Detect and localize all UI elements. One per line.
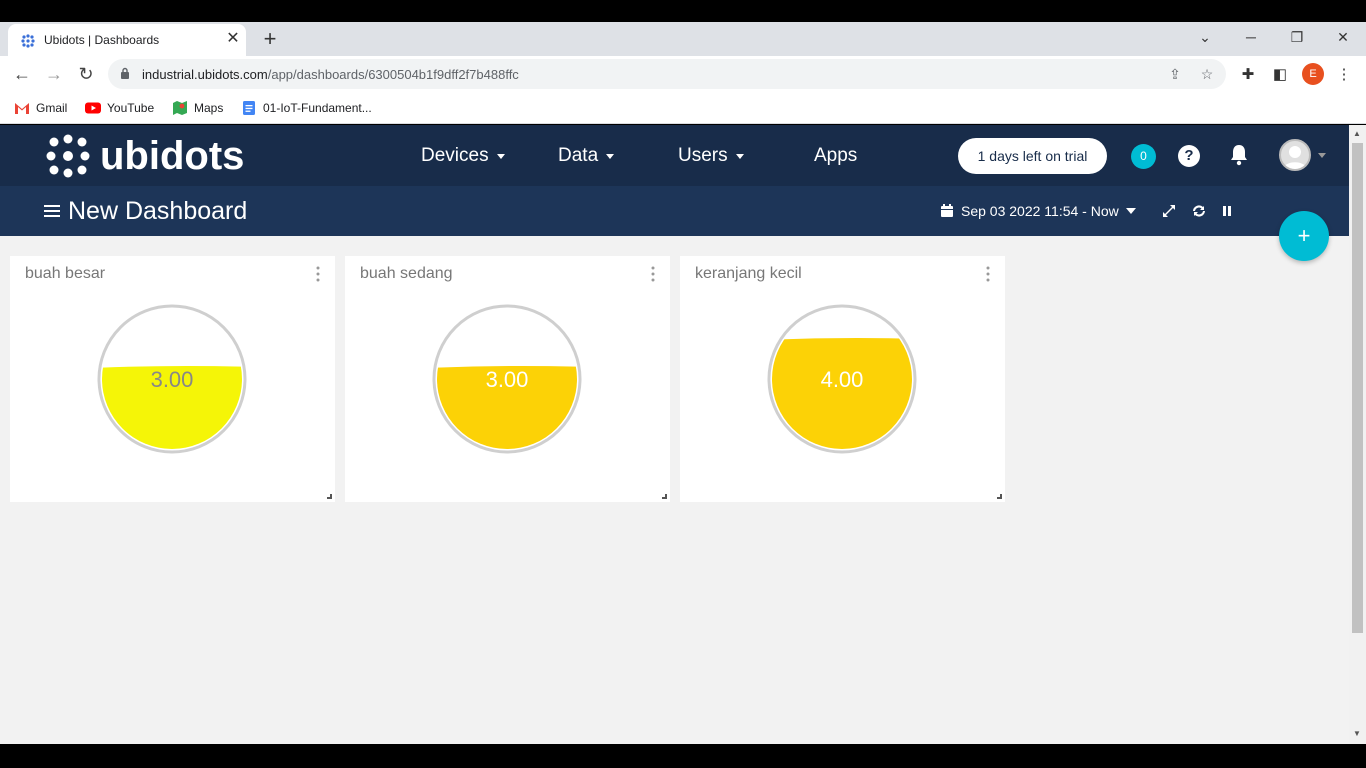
bookmark-star-icon[interactable]: ☆ xyxy=(1198,65,1216,83)
side-panel-icon[interactable]: ◧ xyxy=(1270,65,1290,85)
scroll-down-icon[interactable]: ▼ xyxy=(1353,729,1361,738)
tank-value: 4.00 xyxy=(821,367,864,392)
nav-data[interactable]: Data xyxy=(558,145,615,167)
help-icon[interactable]: ? xyxy=(1178,145,1200,167)
close-window-icon[interactable]: ✕ xyxy=(1329,26,1357,48)
app-top-nav: ubidots Devices Data Users Apps 1 days l… xyxy=(0,125,1349,186)
tab-close-icon[interactable]: ✕ xyxy=(224,30,242,48)
nav-label: Data xyxy=(558,145,599,166)
browser-menu-icon[interactable]: ⋮ xyxy=(1334,65,1354,85)
caret-down-icon xyxy=(1125,208,1136,214)
add-widget-button[interactable]: + xyxy=(1279,211,1329,261)
date-range-text: Sep 03 2022 11:54 - Now xyxy=(961,203,1119,219)
widget-title: buah sedang xyxy=(360,265,453,282)
app-viewport: ubidots Devices Data Users Apps 1 days l… xyxy=(0,125,1349,744)
widget-menu-icon[interactable] xyxy=(650,266,656,282)
nav-devices[interactable]: Devices xyxy=(421,145,505,167)
scroll-thumb[interactable] xyxy=(1352,143,1363,633)
url-host: industrial.ubidots.com xyxy=(142,67,268,82)
scroll-up-icon[interactable]: ▲ xyxy=(1353,129,1361,138)
gmail-icon xyxy=(15,103,29,114)
url-path: /app/dashboards/6300504b1f9dff2f7b488ffc xyxy=(267,67,519,82)
widget-title: buah besar xyxy=(25,265,106,282)
browser-toolbar: ← → ↻ industrial.ubidots.com/app/dashboa… xyxy=(0,56,1366,92)
screen: Ubidots | Dashboards ✕ + ⌄ ─ ❐ ✕ ← → ↻ i… xyxy=(0,0,1366,768)
pause-icon[interactable] xyxy=(1219,203,1235,219)
bookmarks-bar: Gmail YouTube Maps 01-IoT-Fundament... xyxy=(0,92,1366,124)
bell-icon[interactable] xyxy=(1227,143,1251,167)
ubidots-logo-icon xyxy=(46,134,90,178)
caret-down-icon xyxy=(735,153,744,159)
tank-gauge: 3.00 xyxy=(432,304,582,454)
bookmark-label: Gmail xyxy=(36,101,68,115)
browser-tab[interactable]: Ubidots | Dashboards ✕ xyxy=(8,24,246,56)
restore-icon[interactable]: ❐ xyxy=(1283,26,1311,48)
extensions-puzzle-icon[interactable]: ✚ xyxy=(1238,65,1258,85)
trial-button[interactable]: 1 days left on trial xyxy=(958,138,1107,174)
bookmark-label: 01-IoT-Fundament... xyxy=(263,101,372,115)
youtube-icon xyxy=(85,102,101,114)
tab-title: Ubidots | Dashboards xyxy=(44,33,160,47)
new-tab-icon[interactable]: + xyxy=(258,26,282,52)
tank-gauge: 3.00 xyxy=(97,304,247,454)
user-avatar[interactable] xyxy=(1279,139,1311,171)
fullscreen-icon[interactable] xyxy=(1161,203,1177,219)
url-text: industrial.ubidots.com/app/dashboards/63… xyxy=(142,67,519,82)
dashboard-title[interactable]: New Dashboard xyxy=(68,197,247,226)
tank-widget-buah-besar[interactable]: buah besar 3.00 xyxy=(10,256,335,502)
nav-label: Devices xyxy=(421,145,489,166)
date-range-picker[interactable]: Sep 03 2022 11:54 - Now xyxy=(940,203,1136,219)
dashboard-header: New Dashboard Sep 03 2022 11:54 - Now xyxy=(0,186,1349,236)
tank-gauge: 4.00 xyxy=(767,304,917,454)
nav-label: Users xyxy=(678,145,728,166)
logo-text: ubidots xyxy=(100,133,245,178)
resize-handle-icon[interactable] xyxy=(327,494,332,499)
tank-value: 3.00 xyxy=(151,367,194,392)
tank-value: 3.00 xyxy=(486,367,529,392)
page-scrollbar[interactable]: ▲ ▼ xyxy=(1349,125,1366,744)
bookmark-label: YouTube xyxy=(107,101,155,115)
resize-handle-icon[interactable] xyxy=(997,494,1002,499)
bookmark-gmail[interactable]: Gmail xyxy=(14,99,67,117)
reload-icon[interactable]: ↻ xyxy=(74,62,98,86)
bookmark-label: Maps xyxy=(194,101,224,115)
user-silhouette-icon xyxy=(1283,146,1307,169)
ubidots-logo[interactable]: ubidots xyxy=(46,133,244,179)
maps-icon xyxy=(173,101,187,115)
tank-fill-level xyxy=(772,338,912,449)
screen-bottom-edge xyxy=(0,744,1366,768)
widget-menu-icon[interactable] xyxy=(315,266,321,282)
bookmark-youtube[interactable]: YouTube xyxy=(85,99,154,117)
tank-widget-keranjang-kecil[interactable]: keranjang kecil 4.00 xyxy=(680,256,1005,502)
notification-count-badge[interactable]: 0 xyxy=(1131,144,1156,169)
refresh-icon[interactable] xyxy=(1191,203,1207,219)
lock-icon xyxy=(121,67,129,79)
resize-handle-icon[interactable] xyxy=(662,494,667,499)
tab-search-chevron-icon[interactable]: ⌄ xyxy=(1191,26,1219,48)
doc-icon xyxy=(243,101,255,115)
widget-title: keranjang kecil xyxy=(695,265,802,282)
tank-widget-buah-sedang[interactable]: buah sedang 3.00 xyxy=(345,256,670,502)
calendar-icon xyxy=(941,204,953,217)
avatar-caret-icon[interactable] xyxy=(1318,153,1326,158)
caret-down-icon xyxy=(606,153,615,159)
back-icon[interactable]: ← xyxy=(10,62,34,86)
share-icon[interactable]: ⇪ xyxy=(1166,65,1184,83)
forward-icon[interactable]: → xyxy=(42,62,66,86)
hamburger-menu-icon[interactable] xyxy=(44,204,60,218)
widget-menu-icon[interactable] xyxy=(985,266,991,282)
nav-label: Apps xyxy=(814,145,858,166)
caret-down-icon xyxy=(496,153,505,159)
minimize-icon[interactable]: ─ xyxy=(1237,26,1265,48)
bookmark-doc[interactable]: 01-IoT-Fundament... xyxy=(241,99,372,117)
address-bar[interactable]: industrial.ubidots.com/app/dashboards/63… xyxy=(108,59,1226,89)
browser-tab-strip: Ubidots | Dashboards ✕ + ⌄ ─ ❐ ✕ xyxy=(0,22,1366,56)
nav-apps[interactable]: Apps xyxy=(814,145,857,167)
bookmark-maps[interactable]: Maps xyxy=(172,99,223,117)
ubidots-favicon-icon xyxy=(21,34,35,48)
nav-users[interactable]: Users xyxy=(678,145,744,167)
profile-avatar[interactable]: E xyxy=(1302,63,1324,85)
